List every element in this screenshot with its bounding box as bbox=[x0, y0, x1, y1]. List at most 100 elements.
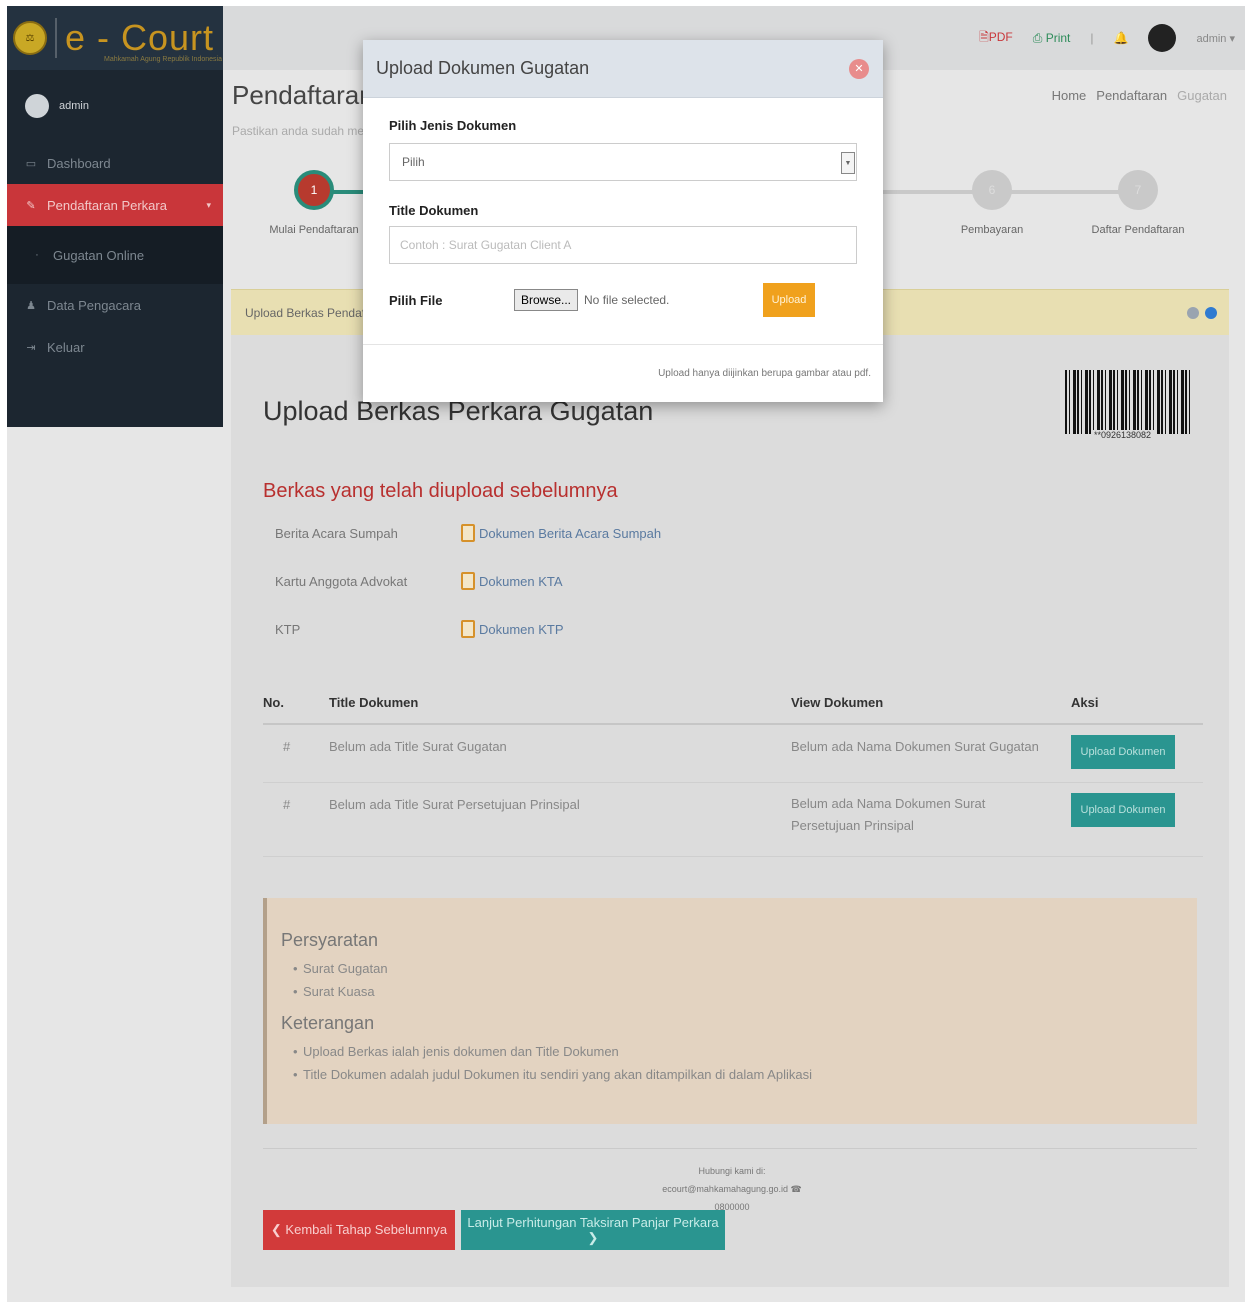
previous-upload-link[interactable]: Dokumen KTA bbox=[479, 574, 563, 589]
breadcrumb-home[interactable]: Home bbox=[1052, 88, 1087, 103]
sidebar-item-pendaftaran-perkara[interactable]: ✎ Pendaftaran Perkara ▾ bbox=[7, 184, 223, 226]
table-row: # Belum ada Title Surat Gugatan Belum ad… bbox=[263, 724, 1203, 783]
previous-upload-label: Berita Acara Sumpah bbox=[275, 525, 398, 541]
jenis-dokumen-select[interactable]: Pilih ▼ bbox=[389, 143, 857, 181]
list-item: Surat Kuasa bbox=[281, 980, 1197, 1003]
step-label: Daftar Pendaftaran bbox=[1091, 224, 1185, 236]
sidebar-user-name: admin bbox=[59, 100, 89, 112]
row-view: Belum ada Nama Dokumen Surat Gugatan bbox=[791, 724, 1071, 783]
sidebar-user[interactable]: admin bbox=[7, 70, 223, 142]
upload-document-button[interactable]: Upload Dokumen bbox=[1071, 792, 1175, 827]
sidebar-item-label: Dashboard bbox=[47, 155, 111, 171]
upload-button[interactable]: Upload bbox=[763, 283, 815, 317]
modal-footer: Upload hanya diijinkan berupa gambar ata… bbox=[363, 344, 883, 402]
upload-document-button[interactable]: Upload Dokumen bbox=[1071, 735, 1175, 769]
col-action: Aksi bbox=[1071, 682, 1203, 725]
list-item: Surat Gugatan bbox=[281, 957, 1197, 980]
app-logo-subtitle: Mahkamah Agung Republik Indonesia bbox=[104, 55, 222, 63]
table-header-row: No. Title Dokumen View Dokumen Aksi bbox=[263, 682, 1203, 725]
breadcrumb-current: Gugatan bbox=[1177, 88, 1227, 103]
logout-icon: ⇥ bbox=[26, 341, 36, 354]
edit-icon: ✎ bbox=[26, 199, 36, 212]
row-title: Belum ada Title Surat Persetujuan Prinsi… bbox=[329, 782, 791, 857]
document-icon bbox=[461, 572, 475, 590]
sidebar-item-data-pengacara[interactable]: ♟ Data Pengacara bbox=[7, 284, 223, 326]
sidebar-item-label: Pendaftaran Perkara bbox=[47, 197, 167, 213]
file-status: No file selected. bbox=[584, 293, 670, 307]
notes-list: Upload Berkas ialah jenis dokumen dan Ti… bbox=[281, 1040, 1197, 1086]
row-view: Belum ada Nama Dokumen Surat Persetujuan… bbox=[791, 782, 1071, 857]
file-row: Pilih File Browse... No file selected. U… bbox=[389, 282, 857, 318]
barcode-image bbox=[1065, 370, 1191, 434]
sidebar-item-gugatan-online[interactable]: · Gugatan Online bbox=[7, 226, 223, 284]
row-no: # bbox=[263, 724, 329, 783]
modal-header: Upload Dokumen Gugatan ✕ bbox=[363, 40, 883, 98]
requirements-box: Persyaratan Surat Gugatan Surat Kuasa Ke… bbox=[263, 898, 1197, 1124]
sidebar-item-label: Keluar bbox=[47, 339, 85, 355]
sidebar-item-label: Gugatan Online bbox=[53, 247, 145, 263]
row-action-cell: Upload Dokumen bbox=[1071, 782, 1203, 857]
jenis-dokumen-value: Pilih bbox=[402, 155, 425, 169]
col-title: Title Dokumen bbox=[329, 682, 791, 725]
footer-help: Hubungi kami di: ecourt@mahkamahagung.go… bbox=[647, 1162, 817, 1216]
print-label: Print bbox=[1045, 30, 1071, 45]
help-title: Hubungi kami di: bbox=[698, 1166, 766, 1176]
sidebar-item-dashboard[interactable]: ▭ Dashboard bbox=[7, 142, 223, 184]
document-table: No. Title Dokumen View Dokumen Aksi # Be… bbox=[263, 682, 1203, 857]
court-seal-icon: ⚖ bbox=[13, 21, 47, 55]
step-6: 6 Pembayaran bbox=[937, 170, 1047, 236]
footer-divider bbox=[263, 1148, 1197, 1149]
pdf-button[interactable]: 🗎PDF bbox=[979, 28, 1013, 49]
previous-upload-link[interactable]: Dokumen Berita Acara Sumpah bbox=[479, 526, 661, 541]
row-no: # bbox=[263, 782, 329, 857]
list-item: Upload Berkas ialah jenis dokumen dan Ti… bbox=[281, 1040, 1197, 1063]
step-dot: 1 bbox=[294, 170, 334, 210]
modal-title: Upload Dokumen Gugatan bbox=[376, 58, 590, 78]
logo-bar: ⚖ e - Court Mahkamah Agung Republik Indo… bbox=[7, 6, 223, 70]
logo-divider bbox=[55, 18, 57, 58]
monitor-icon: ▭ bbox=[25, 157, 37, 170]
back-button[interactable]: ❮ Kembali Tahap Sebelumnya bbox=[263, 1210, 455, 1250]
user-icon: ♟ bbox=[26, 299, 36, 312]
jenis-dokumen-label: Pilih Jenis Dokumen bbox=[389, 118, 517, 133]
document-icon bbox=[461, 620, 475, 638]
app-frame: ⚖ e - Court Mahkamah Agung Republik Indo… bbox=[7, 6, 1245, 1302]
browse-button[interactable]: Browse... bbox=[514, 289, 579, 311]
bell-icon[interactable]: 🔔 bbox=[1114, 31, 1129, 45]
modal-body: Pilih Jenis Dokumen Pilih ▼ Title Dokume… bbox=[363, 98, 883, 318]
col-no: No. bbox=[263, 682, 329, 725]
breadcrumb-pendaftaran[interactable]: Pendaftaran bbox=[1096, 88, 1167, 103]
dot-icon: · bbox=[35, 249, 39, 261]
document-icon bbox=[461, 524, 475, 542]
sidebar-item-label: Data Pengacara bbox=[47, 297, 141, 313]
user-avatar-icon bbox=[25, 94, 49, 118]
step-dot: 6 bbox=[972, 170, 1012, 210]
file-label: Pilih File bbox=[389, 292, 443, 308]
print-button[interactable]: ⎙ Print bbox=[1033, 31, 1071, 46]
title-dokumen-input[interactable] bbox=[389, 226, 857, 264]
row-action-cell: Upload Dokumen bbox=[1071, 724, 1203, 783]
chevron-down-icon: ▾ bbox=[206, 199, 211, 210]
title-dokumen-label: Title Dokumen bbox=[389, 203, 479, 218]
previous-upload-link[interactable]: Dokumen KTP bbox=[479, 622, 564, 637]
user-avatar[interactable] bbox=[1148, 24, 1177, 52]
barcode-number: **0926138082 bbox=[1091, 430, 1155, 440]
previous-upload-row: KTP Dokumen KTP bbox=[275, 620, 564, 638]
requirements-title: Persyaratan bbox=[281, 930, 379, 950]
list-item: Title Dokumen adalah judul Dokumen itu s… bbox=[281, 1063, 1197, 1086]
collapse-icon[interactable] bbox=[1205, 306, 1217, 319]
breadcrumb: Home Pendaftaran Gugatan bbox=[1052, 88, 1227, 103]
previous-upload-row: Berita Acara Sumpah Dokumen Berita Acara… bbox=[275, 524, 661, 542]
step-7: 7 Daftar Pendaftaran bbox=[1073, 170, 1203, 236]
next-button[interactable]: Lanjut Perhitungan Taksiran Panjar Perka… bbox=[461, 1210, 725, 1250]
refresh-icon[interactable] bbox=[1187, 306, 1199, 319]
sidebar-item-keluar[interactable]: ⇥ Keluar bbox=[7, 326, 223, 368]
pdf-label: PDF bbox=[988, 29, 1013, 44]
step-label: Mulai Pendaftaran bbox=[269, 224, 359, 236]
previous-upload-row: Kartu Anggota Advokat Dokumen KTA bbox=[275, 572, 563, 590]
close-icon[interactable]: ✕ bbox=[849, 58, 869, 79]
panel-tools bbox=[1187, 306, 1217, 319]
upload-modal: Upload Dokumen Gugatan ✕ Pilih Jenis Dok… bbox=[363, 40, 883, 402]
row-title: Belum ada Title Surat Gugatan bbox=[329, 724, 791, 783]
user-menu[interactable]: admin ▾ bbox=[1196, 32, 1235, 45]
